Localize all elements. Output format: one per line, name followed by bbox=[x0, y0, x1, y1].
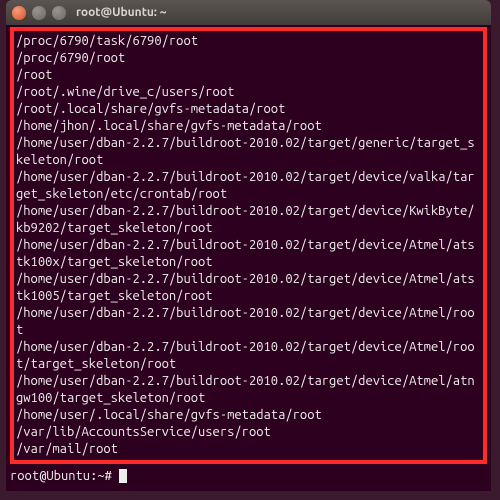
output-line: /var/mail/root bbox=[16, 441, 481, 458]
window-title: root@Ubuntu: ~ bbox=[76, 6, 166, 19]
output-line: /var/lib/AccountsService/users/root bbox=[16, 424, 481, 441]
output-line: /proc/6790/root bbox=[16, 50, 481, 67]
terminal-body[interactable]: /proc/6790/task/6790/root /proc/6790/roo… bbox=[6, 25, 491, 491]
output-line: /home/user/dban-2.2.7/buildroot-2010.02/… bbox=[16, 237, 481, 271]
shell-prompt: root@Ubuntu:~# bbox=[10, 469, 119, 483]
output-line: /home/user/dban-2.2.7/buildroot-2010.02/… bbox=[16, 305, 481, 339]
output-line: /root/.local/share/gvfs-metadata/root bbox=[16, 101, 481, 118]
output-line: /home/user/dban-2.2.7/buildroot-2010.02/… bbox=[16, 271, 481, 305]
output-line: /home/user/dban-2.2.7/buildroot-2010.02/… bbox=[16, 339, 481, 373]
highlight-box: /proc/6790/task/6790/root /proc/6790/roo… bbox=[10, 27, 487, 464]
output-line: /home/jhon/.local/share/gvfs-metadata/ro… bbox=[16, 118, 481, 135]
close-icon[interactable] bbox=[12, 6, 26, 20]
minimize-icon[interactable] bbox=[32, 6, 46, 20]
output-line: /root/.wine/drive_c/users/root bbox=[16, 84, 481, 101]
output-line: /proc/6790/task/6790/root bbox=[16, 33, 481, 50]
output-line: /home/user/dban-2.2.7/buildroot-2010.02/… bbox=[16, 373, 481, 407]
output-line: /home/user/dban-2.2.7/buildroot-2010.02/… bbox=[16, 203, 481, 237]
maximize-icon[interactable] bbox=[52, 6, 66, 20]
output-line: /home/user/.local/share/gvfs-metadata/ro… bbox=[16, 407, 481, 424]
cursor-icon bbox=[119, 469, 127, 483]
prompt-line[interactable]: root@Ubuntu:~# bbox=[10, 468, 487, 485]
output-line: /root bbox=[16, 67, 481, 84]
output-line: /home/user/dban-2.2.7/buildroot-2010.02/… bbox=[16, 135, 481, 169]
output-line: /home/user/dban-2.2.7/buildroot-2010.02/… bbox=[16, 169, 481, 203]
titlebar[interactable]: root@Ubuntu: ~ bbox=[6, 0, 491, 25]
terminal-window: root@Ubuntu: ~ /proc/6790/task/6790/root… bbox=[6, 0, 491, 491]
